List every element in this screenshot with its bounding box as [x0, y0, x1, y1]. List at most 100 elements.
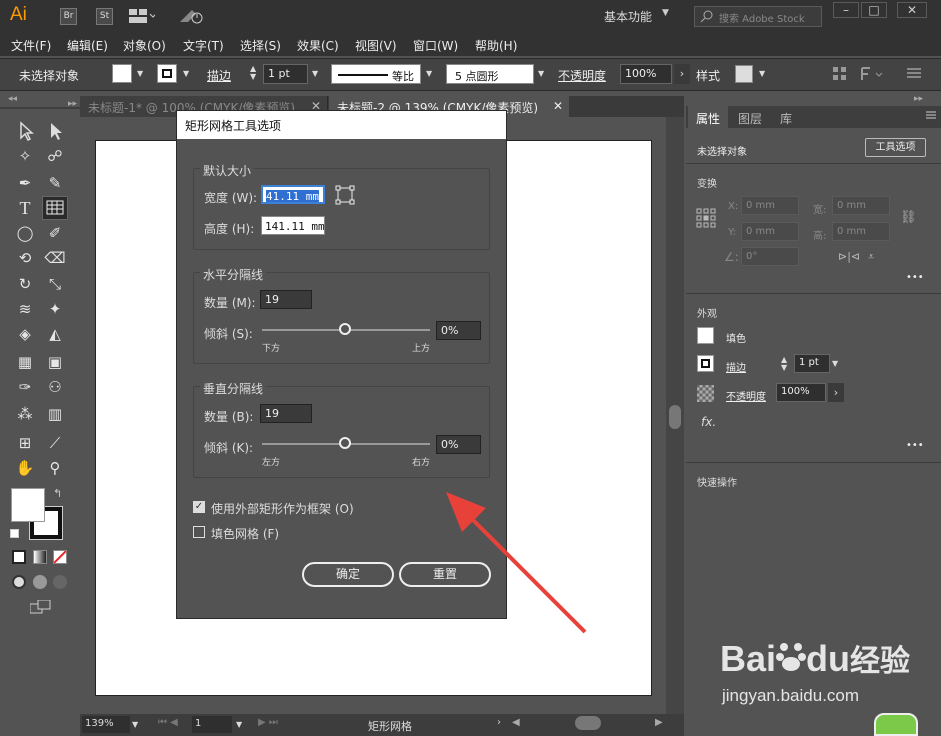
fx-icon[interactable]: fx.	[701, 415, 716, 429]
mesh-tool-icon[interactable]: ▦	[14, 351, 36, 373]
stroke-weight-input[interactable]: 1 pt	[794, 354, 830, 373]
menu-file[interactable]: 文件(F)	[11, 37, 51, 54]
scale-tool-icon[interactable]: ⤡	[44, 273, 66, 295]
transform-icon[interactable]	[860, 66, 884, 82]
none-mode-icon[interactable]	[53, 550, 67, 564]
opacity-input[interactable]: 100%	[776, 383, 826, 402]
stock-button[interactable]: St	[96, 8, 113, 25]
menu-window[interactable]: 窗口(W)	[413, 37, 458, 54]
brush-select[interactable]: 5 点圆形	[446, 64, 534, 84]
next-artboard-icon[interactable]: ▶ ⏭	[258, 717, 278, 728]
chevron-right-icon[interactable]: ›	[497, 717, 501, 728]
chevron-down-icon[interactable]: ▼	[183, 69, 189, 78]
h-skew-input[interactable]: 0%	[436, 321, 481, 340]
tool-options-button[interactable]: 工具选项	[865, 138, 926, 157]
swap-colors-icon[interactable]: ↰	[53, 487, 62, 500]
curvature-tool-icon[interactable]: ✎	[44, 172, 66, 194]
constrain-proportions-icon[interactable]: ⛓	[900, 210, 917, 225]
chevron-down-icon[interactable]: ▼	[538, 69, 544, 78]
gradient-tool-icon[interactable]: ▣	[44, 351, 66, 373]
close-button[interactable]: ✕	[897, 2, 927, 18]
color-mode-icon[interactable]	[12, 550, 26, 564]
v-count-input[interactable]: 19	[260, 404, 312, 423]
ellipse-tool-icon[interactable]: ◯	[14, 222, 36, 244]
v-skew-slider-handle[interactable]	[339, 437, 351, 449]
hand-tool-icon[interactable]: ✋	[14, 457, 36, 479]
menu-effect[interactable]: 效果(C)	[297, 37, 339, 54]
collapse-panel-icon[interactable]: ◂◂	[8, 94, 17, 104]
fill-color-box[interactable]	[11, 488, 45, 522]
x-input[interactable]: 0 mm	[741, 196, 799, 215]
y-input[interactable]: 0 mm	[741, 222, 799, 241]
flip-horizontal-icon[interactable]: ⊳|⊲	[838, 250, 860, 263]
shaper-tool-icon[interactable]: ⟲	[14, 247, 36, 269]
gpu-performance-icon[interactable]	[178, 8, 204, 24]
tab-libraries[interactable]: 库	[772, 110, 800, 127]
opacity-label[interactable]: 不透明度	[558, 67, 606, 84]
chevron-down-icon[interactable]: ▼	[312, 69, 318, 78]
stroke-swatch[interactable]	[157, 64, 177, 83]
direct-selection-tool-icon[interactable]	[44, 120, 66, 142]
bridge-button[interactable]: Br	[60, 8, 77, 25]
reference-point-icon[interactable]	[696, 208, 716, 228]
scroll-right-icon[interactable]: ▶	[655, 717, 663, 728]
minimize-button[interactable]: –	[833, 2, 859, 18]
eraser-tool-icon[interactable]: ⌫	[44, 247, 66, 269]
chevron-down-icon[interactable]: ▼	[426, 69, 432, 78]
chevron-down-icon[interactable]: ▼	[236, 720, 242, 729]
perspective-grid-icon[interactable]: ◭	[44, 323, 66, 345]
draw-normal-icon[interactable]	[12, 575, 26, 589]
flip-vertical-icon[interactable]: ⩡	[868, 250, 874, 264]
vertical-scrollbar[interactable]	[666, 117, 684, 718]
rotate-tool-icon[interactable]: ↻	[14, 273, 36, 295]
chevron-down-icon[interactable]: ▼	[832, 359, 838, 368]
slice-tool-icon[interactable]: ⟋	[44, 432, 66, 454]
column-graph-icon[interactable]: ▥	[44, 403, 66, 425]
menu-view[interactable]: 视图(V)	[355, 37, 397, 54]
puppet-warp-icon[interactable]: ✦	[44, 298, 66, 320]
stroke-weight-input[interactable]: 1 pt	[263, 64, 308, 84]
draw-behind-icon[interactable]	[33, 575, 47, 589]
collapse-icon[interactable]: ▸▸	[68, 99, 77, 109]
fill-swatch[interactable]	[697, 327, 714, 344]
artboard-number-input[interactable]: 1	[192, 716, 232, 733]
use-outer-rectangle-checkbox[interactable]: ✓	[193, 501, 205, 513]
align-icon[interactable]	[833, 67, 847, 81]
stepper-icon[interactable]: ▲ ▼	[781, 356, 787, 372]
gradient-mode-icon[interactable]	[33, 550, 47, 564]
line-style-select[interactable]: 等比	[331, 64, 421, 84]
blend-tool-icon[interactable]: ⚇	[44, 376, 66, 398]
close-icon[interactable]: ✕	[553, 99, 563, 113]
fill-grid-checkbox[interactable]	[193, 526, 205, 538]
more-options-icon[interactable]: •••	[906, 272, 924, 283]
opacity-label[interactable]: 不透明度	[726, 388, 766, 403]
scroll-left-icon[interactable]: ◀	[512, 717, 520, 728]
eyedropper-icon[interactable]: ✑	[14, 376, 36, 398]
horizontal-scroll-thumb[interactable]	[575, 716, 601, 730]
chevron-down-icon[interactable]: ▼	[662, 8, 669, 18]
opacity-input[interactable]: 100%	[620, 64, 672, 84]
chevron-down-icon[interactable]: ▼	[137, 69, 143, 78]
draw-inside-icon[interactable]	[53, 575, 67, 589]
menu-select[interactable]: 选择(S)	[240, 37, 281, 54]
magic-wand-icon[interactable]: ✧	[14, 145, 36, 167]
symbol-sprayer-icon[interactable]: ⁂	[14, 403, 36, 425]
rectangular-grid-tool-icon[interactable]	[42, 196, 68, 220]
chevron-right-icon[interactable]: ›	[828, 383, 844, 402]
h-count-input[interactable]: 19	[260, 290, 312, 309]
screen-mode-icon[interactable]	[29, 599, 52, 614]
menu-help[interactable]: 帮助(H)	[475, 37, 517, 54]
zoom-level-input[interactable]: 139%	[82, 716, 130, 733]
arrange-documents-icon[interactable]	[129, 9, 157, 23]
chevron-down-icon[interactable]: ▼	[132, 720, 138, 729]
maximize-button[interactable]: □	[861, 2, 887, 18]
more-options-icon[interactable]: •••	[906, 440, 924, 451]
stroke-swatch[interactable]	[697, 355, 714, 372]
default-colors-icon[interactable]	[10, 529, 19, 538]
width-input[interactable]: 41.11 mm	[261, 185, 325, 204]
pen-tool-icon[interactable]: ✒	[14, 172, 36, 194]
stepper-icon[interactable]: ▲ ▼	[250, 65, 256, 81]
width-input[interactable]: 0 mm	[832, 196, 890, 215]
collapse-icon[interactable]: ▸▸	[914, 94, 923, 104]
artboard-tool-icon[interactable]: ⊞	[14, 432, 36, 454]
